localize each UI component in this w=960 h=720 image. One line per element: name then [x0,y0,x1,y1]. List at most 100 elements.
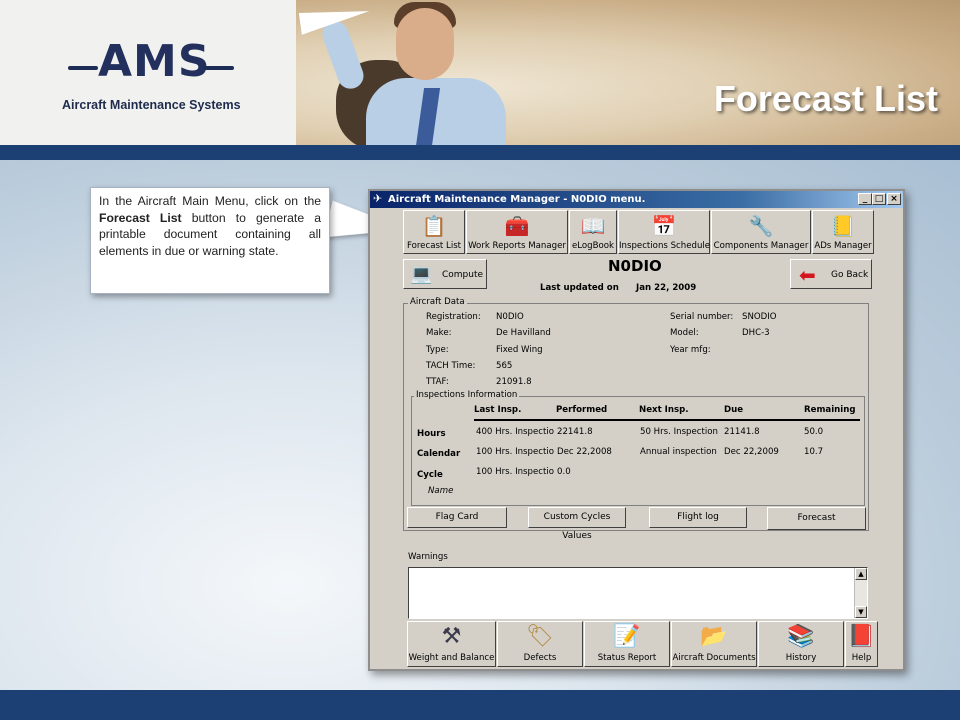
tag-icon: 🏷 [526,624,554,649]
cycle-performed: 0.0 [557,467,571,477]
registration-value: N0DIO [496,312,524,322]
tach-time-label: TACH Time: [426,361,476,371]
registration-label: Registration: [426,312,481,322]
inspections-schedule-label: Inspections Schedule [619,241,711,251]
model-value: DHC-3 [742,328,770,338]
weight-and-balance-button[interactable]: ⚒ Weight and Balance [407,621,496,667]
hours-performed: 22141.8 [557,427,593,437]
aircraft-data-legend: Aircraft Data [408,297,467,307]
scroll-up-icon[interactable]: ▲ [855,568,867,580]
forecast-button[interactable]: Forecast [767,507,866,530]
aircraft-registration-heading: N0DIO [608,257,662,275]
go-back-button[interactable]: ⬅ Go Back [790,259,872,289]
slide-header: AMS Aircraft Maintenance Systems Forecas… [0,0,960,145]
wrench-icon: 🔧 [748,214,774,238]
calendar-last-insp: 100 Hrs. Inspectio [476,447,555,457]
ads-manager-button[interactable]: 📒 ADs Manager [812,210,874,254]
logo-wing-right [204,66,234,70]
bottom-band [0,690,960,720]
app-window: ✈ Aircraft Maintenance Manager - N0DIO m… [368,189,905,671]
last-updated-label: Last updated on [540,283,619,293]
history-button[interactable]: 📚 History [758,621,844,667]
ams-logo: AMS Aircraft Maintenance Systems [0,0,296,145]
calendar-performed: Dec 22,2008 [557,447,612,457]
calendar-remaining: 10.7 [804,447,824,457]
logo-wing-left [68,66,98,70]
aircraft-documents-label: Aircraft Documents [672,653,756,663]
make-value: De Havilland [496,328,551,338]
hours-due: 21141.8 [724,427,760,437]
callout-text-1: In the Aircraft Main Menu, click on the [99,194,321,208]
forecast-list-button[interactable]: 📋 Forecast List [403,210,465,254]
calendar-next-insp: Annual inspection [640,447,717,457]
flight-log-button[interactable]: Flight log [649,507,747,528]
name-label: Name [428,486,454,496]
instruction-callout: In the Aircraft Main Menu, click on the … [90,187,330,294]
flag-card-button[interactable]: Flag Card [407,507,507,528]
components-manager-button[interactable]: 🔧 Components Manager [711,210,811,254]
help-button[interactable]: 📕 Help [845,621,878,667]
slide-title: Forecast List [713,78,938,119]
report-icon: 📝 [613,624,641,649]
forecast-list-label: Forecast List [406,241,462,251]
components-manager-label: Components Manager [713,241,809,251]
aircraft-app-icon: ✈ [373,192,383,205]
help-label: Help [851,653,872,663]
ttaf-label: TTAF: [426,377,449,387]
row-label-cycle: Cycle [417,470,443,480]
warnings-label: Warnings [408,552,448,562]
work-reports-manager-button[interactable]: 🧰 Work Reports Manager [466,210,568,254]
column-last-insp: Last Insp. [474,405,522,415]
warnings-scrollbar[interactable]: ▲ ▼ [854,568,867,618]
serial-number-value: SNODIO [742,312,777,322]
cycle-last-insp: 100 Hrs. Inspectio [476,467,555,477]
folder-icon: 📂 [700,624,728,649]
ttaf-value: 21091.8 [496,377,532,387]
title-bar[interactable]: ✈ Aircraft Maintenance Manager - N0DIO m… [370,191,903,208]
notepad-icon: 📒 [830,214,856,238]
calendar-due: Dec 22,2009 [724,447,779,457]
header-photo [296,0,960,145]
top-band [0,145,960,160]
aircraft-documents-button[interactable]: 📂 Aircraft Documents [671,621,757,667]
logo-subtitle: Aircraft Maintenance Systems [62,98,241,112]
compute-button[interactable]: 💻 Compute [403,259,487,289]
column-due: Due [724,405,744,415]
paper-plane-icon [298,3,372,35]
tach-time-value: 565 [496,361,513,371]
make-label: Make: [426,328,452,338]
back-arrow-icon: ⬅ [799,263,816,287]
inspections-schedule-button[interactable]: 📅 Inspections Schedule [618,210,710,254]
elogbook-button[interactable]: 📖 eLogBook [569,210,617,254]
warnings-textarea[interactable]: ▲ ▼ [408,567,868,619]
history-label: History [785,653,817,663]
custom-cycles-values-button[interactable]: Custom Cycles Values [528,507,626,541]
logbook-icon: 📖 [580,214,606,238]
work-reports-manager-label: Work Reports Manager [468,241,566,251]
status-report-label: Status Report [597,653,657,663]
column-next-insp: Next Insp. [639,405,689,415]
laptop-icon: 💻 [410,264,433,285]
hours-remaining: 50.0 [804,427,824,437]
go-back-label: Go Back [831,270,869,280]
close-button[interactable]: × [887,193,901,205]
clipboard-icon: 📋 [421,214,447,238]
header-divider [474,419,860,421]
ads-manager-label: ADs Manager [814,241,872,251]
maximize-button[interactable]: □ [872,193,886,205]
defects-button[interactable]: 🏷 Defects [497,621,583,667]
last-updated-value: Jan 22, 2009 [636,283,697,293]
callout-text-bold: Forecast List [99,210,182,225]
compute-label: Compute [442,270,484,280]
schedule-icon: 📅 [651,214,677,238]
scroll-down-icon[interactable]: ▼ [855,606,867,618]
inspections-information-legend: Inspections Information [414,390,520,400]
book-icon: 📚 [787,624,815,649]
serial-number-label: Serial number: [670,312,734,322]
status-report-button[interactable]: 📝 Status Report [584,621,670,667]
type-label: Type: [426,345,449,355]
minimize-button[interactable]: _ [858,193,872,205]
logo-text: AMS [98,36,211,87]
anvil-icon: ⚒ [441,624,462,649]
hours-next-insp: 50 Hrs. Inspection [640,427,718,437]
